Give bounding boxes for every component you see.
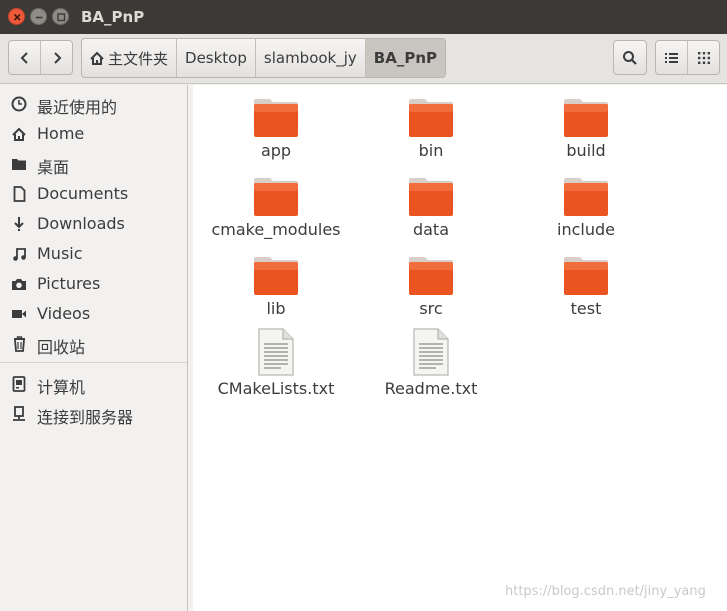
folder-icon bbox=[254, 257, 298, 295]
folder-icon bbox=[254, 178, 298, 216]
title-bar: BA_PnP bbox=[0, 0, 727, 34]
file-name: test bbox=[570, 299, 602, 318]
minimize-icon bbox=[36, 16, 43, 19]
grid-view-button[interactable] bbox=[687, 41, 719, 74]
forward-button[interactable] bbox=[40, 41, 72, 74]
chevron-right-icon bbox=[53, 51, 61, 64]
maximize-icon bbox=[57, 13, 66, 22]
sidebar-item-label: 连接到服务器 bbox=[37, 408, 134, 427]
camera-icon bbox=[10, 276, 28, 292]
folder-icon bbox=[564, 99, 608, 137]
sidebar-item-label: Home bbox=[37, 124, 85, 143]
sidebar-item-label: Documents bbox=[37, 184, 129, 203]
sidebar-item-music[interactable]: Music bbox=[0, 240, 187, 268]
sidebar-item-computer[interactable]: 计算机 bbox=[0, 370, 187, 398]
minimize-window-button[interactable] bbox=[30, 8, 47, 25]
sidebar-item-downloads[interactable]: Downloads bbox=[0, 210, 187, 238]
sidebar-item-label: Pictures bbox=[37, 274, 101, 293]
sidebar-item-label: 回收站 bbox=[37, 338, 86, 357]
file-name: include bbox=[557, 220, 615, 239]
file-name: build bbox=[566, 141, 606, 160]
video-icon bbox=[10, 306, 28, 322]
file-view: app bin build cmake_modules data include… bbox=[193, 85, 727, 611]
file-name: src bbox=[419, 299, 443, 318]
breadcrumb-label: Desktop bbox=[185, 49, 247, 67]
sidebar-divider bbox=[0, 362, 187, 363]
window-title: BA_PnP bbox=[81, 8, 145, 26]
list-view-icon bbox=[664, 52, 678, 63]
grid-view-icon bbox=[697, 51, 710, 64]
sidebar-item-desktop[interactable]: 桌面 bbox=[0, 150, 187, 178]
file-name: CMakeLists.txt bbox=[217, 379, 335, 398]
maximize-window-button[interactable] bbox=[52, 8, 69, 25]
folder-icon bbox=[409, 257, 453, 295]
breadcrumb-home[interactable]: 主文件夹 bbox=[82, 39, 178, 77]
breadcrumb-label: slambook_jy bbox=[263, 49, 357, 67]
sidebar: 最近使用的 Home 桌面 Documents Downloads Music … bbox=[0, 85, 188, 611]
sidebar-item-label: Downloads bbox=[37, 214, 125, 233]
folder-icon bbox=[564, 257, 608, 295]
network-server-icon bbox=[10, 406, 28, 422]
file-name: Readme.txt bbox=[384, 379, 478, 398]
navigation-buttons bbox=[8, 40, 73, 75]
music-icon bbox=[10, 246, 28, 262]
sidebar-item-label: 桌面 bbox=[37, 158, 70, 177]
back-button[interactable] bbox=[9, 41, 40, 74]
close-window-button[interactable] bbox=[8, 8, 25, 25]
sidebar-item-connect-server[interactable]: 连接到服务器 bbox=[0, 400, 187, 428]
download-icon bbox=[10, 216, 28, 232]
sidebar-item-recent[interactable]: 最近使用的 bbox=[0, 90, 187, 118]
breadcrumb-current[interactable]: BA_PnP bbox=[365, 39, 446, 77]
view-mode-buttons bbox=[655, 40, 720, 75]
search-button[interactable] bbox=[613, 40, 647, 75]
search-icon bbox=[623, 50, 637, 65]
trash-icon bbox=[10, 336, 28, 352]
watermark: https://blog.csdn.net/jiny_yang bbox=[505, 584, 706, 599]
file-name: app bbox=[260, 141, 292, 160]
folder-icon bbox=[564, 178, 608, 216]
home-icon bbox=[10, 126, 28, 142]
sidebar-item-pictures[interactable]: Pictures bbox=[0, 270, 187, 298]
home-icon bbox=[90, 51, 104, 65]
sidebar-item-label: Music bbox=[37, 244, 83, 263]
sidebar-item-documents[interactable]: Documents bbox=[0, 180, 187, 208]
breadcrumb-label: BA_PnP bbox=[373, 49, 438, 67]
breadcrumb-desktop[interactable]: Desktop bbox=[177, 39, 256, 77]
file-name: lib bbox=[266, 299, 286, 318]
file-name: data bbox=[412, 220, 450, 239]
sidebar-item-home[interactable]: Home bbox=[0, 120, 187, 148]
file-name: cmake_modules bbox=[211, 220, 341, 239]
recent-clock-icon bbox=[10, 96, 28, 112]
sidebar-item-label: Videos bbox=[37, 304, 91, 323]
list-view-button[interactable] bbox=[656, 41, 687, 74]
folder-icon bbox=[254, 99, 298, 137]
document-icon bbox=[10, 186, 28, 202]
chevron-left-icon bbox=[20, 51, 28, 64]
breadcrumb-slambook[interactable]: slambook_jy bbox=[256, 39, 366, 77]
folder-icon bbox=[409, 99, 453, 137]
breadcrumb: 主文件夹 Desktop slambook_jy BA_PnP bbox=[81, 38, 447, 78]
sidebar-item-label: 最近使用的 bbox=[37, 98, 118, 117]
file-name: bin bbox=[418, 141, 444, 160]
breadcrumb-label: 主文件夹 bbox=[108, 49, 169, 68]
desktop-folder-icon bbox=[10, 156, 28, 172]
sidebar-item-label: 计算机 bbox=[37, 378, 86, 397]
sidebar-item-videos[interactable]: Videos bbox=[0, 300, 187, 328]
computer-icon bbox=[10, 376, 28, 392]
sidebar-item-trash[interactable]: 回收站 bbox=[0, 330, 187, 358]
folder-icon bbox=[409, 178, 453, 216]
text-file-icon bbox=[258, 328, 294, 376]
text-file-icon bbox=[413, 328, 449, 376]
toolbar: 主文件夹 Desktop slambook_jy BA_PnP bbox=[0, 34, 727, 84]
close-icon bbox=[13, 13, 21, 21]
